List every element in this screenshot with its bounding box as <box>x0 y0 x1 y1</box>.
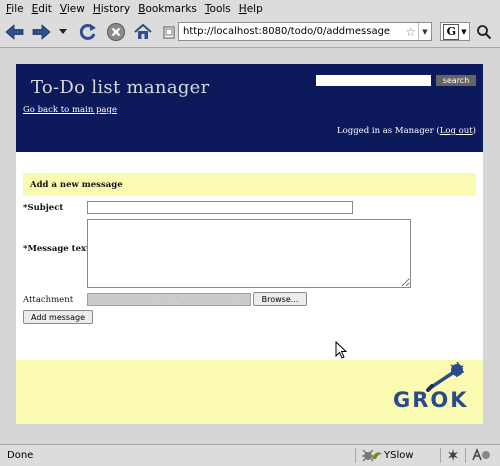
adblock-icon[interactable] <box>471 448 491 462</box>
attachment-label: Attachment <box>23 295 74 305</box>
url-bar[interactable]: http://localhost:8080/todo/0/addmessage … <box>178 22 432 41</box>
history-dropdown[interactable] <box>57 21 69 43</box>
page-title: To-Do list manager <box>31 77 210 98</box>
attachment-file-field[interactable] <box>87 293 251 306</box>
status-text: Done <box>7 450 34 461</box>
yslow-label[interactable]: YSlow <box>384 450 414 461</box>
add-message-button[interactable]: Add message <box>23 310 93 324</box>
reload-icon <box>79 23 96 40</box>
history-dropdown-icon <box>59 29 67 34</box>
menu-bar: File Edit View History Bookmarks Tools H… <box>0 0 500 17</box>
menu-view[interactable]: View <box>60 3 85 15</box>
grok-logo: GROK <box>393 388 469 412</box>
menu-tools[interactable]: Tools <box>205 3 231 15</box>
menu-help[interactable]: Help <box>239 3 263 15</box>
back-to-main-link[interactable]: Go back to main page <box>23 105 117 115</box>
login-status-text: Logged in as Manager ( <box>337 126 440 136</box>
browse-button[interactable]: Browse... <box>253 292 307 306</box>
mouse-cursor-icon <box>335 341 347 359</box>
subject-label: *Subject <box>23 203 64 213</box>
url-dropdown-icon[interactable]: ▼ <box>418 23 431 40</box>
status-divider-2 <box>440 448 441 463</box>
menu-file[interactable]: File <box>6 3 24 15</box>
navigation-toolbar: http://localhost:8080/todo/0/addmessage … <box>0 17 500 48</box>
url-text[interactable]: http://localhost:8080/todo/0/addmessage <box>183 26 405 37</box>
search-engine-selector[interactable]: G ▼ <box>440 22 470 41</box>
web-page: To-Do list manager Go back to main page … <box>16 64 483 424</box>
menu-bookmarks[interactable]: Bookmarks <box>138 3 197 15</box>
logout-link[interactable]: Log out <box>440 126 473 136</box>
message-textarea[interactable] <box>87 219 411 288</box>
site-search-input[interactable] <box>316 75 431 86</box>
menu-edit[interactable]: Edit <box>32 3 52 15</box>
back-arrow-icon <box>5 24 24 40</box>
bookmark-star-icon[interactable]: ☆ <box>405 25 416 39</box>
home-button[interactable] <box>131 21 155 43</box>
reload-button[interactable] <box>76 21 100 43</box>
menu-history[interactable]: History <box>93 3 130 15</box>
page-info[interactable] <box>162 25 176 39</box>
search-icon <box>477 25 492 40</box>
subject-input[interactable] <box>87 201 353 214</box>
forward-button[interactable] <box>29 21 53 43</box>
browser-viewport: To-Do list manager Go back to main page … <box>0 48 500 438</box>
form-heading: Add a new message <box>30 180 123 190</box>
site-footer: GROK <box>16 360 483 424</box>
search-button[interactable] <box>476 24 492 43</box>
stop-icon <box>107 23 125 41</box>
home-icon <box>134 23 152 39</box>
site-header: To-Do list manager Go back to main page … <box>16 64 483 152</box>
forward-arrow-icon <box>32 24 51 40</box>
status-divider <box>355 448 356 463</box>
stop-button[interactable] <box>104 21 128 43</box>
form-heading-bar: Add a new message <box>23 173 476 196</box>
login-status: Logged in as Manager (Log out) <box>337 126 476 136</box>
addon-icon[interactable] <box>446 448 460 462</box>
status-bar: Done YSlow <box>0 444 500 466</box>
google-icon: G <box>443 23 460 40</box>
back-button[interactable] <box>3 21 27 43</box>
status-divider-3 <box>465 448 466 463</box>
chevron-down-icon: ▼ <box>461 27 467 36</box>
yslow-icon[interactable] <box>371 449 383 461</box>
message-text-label: *Message text <box>23 244 90 254</box>
login-status-close: ) <box>472 126 476 136</box>
site-search-button[interactable]: search <box>436 75 476 86</box>
page-icon <box>163 26 175 38</box>
